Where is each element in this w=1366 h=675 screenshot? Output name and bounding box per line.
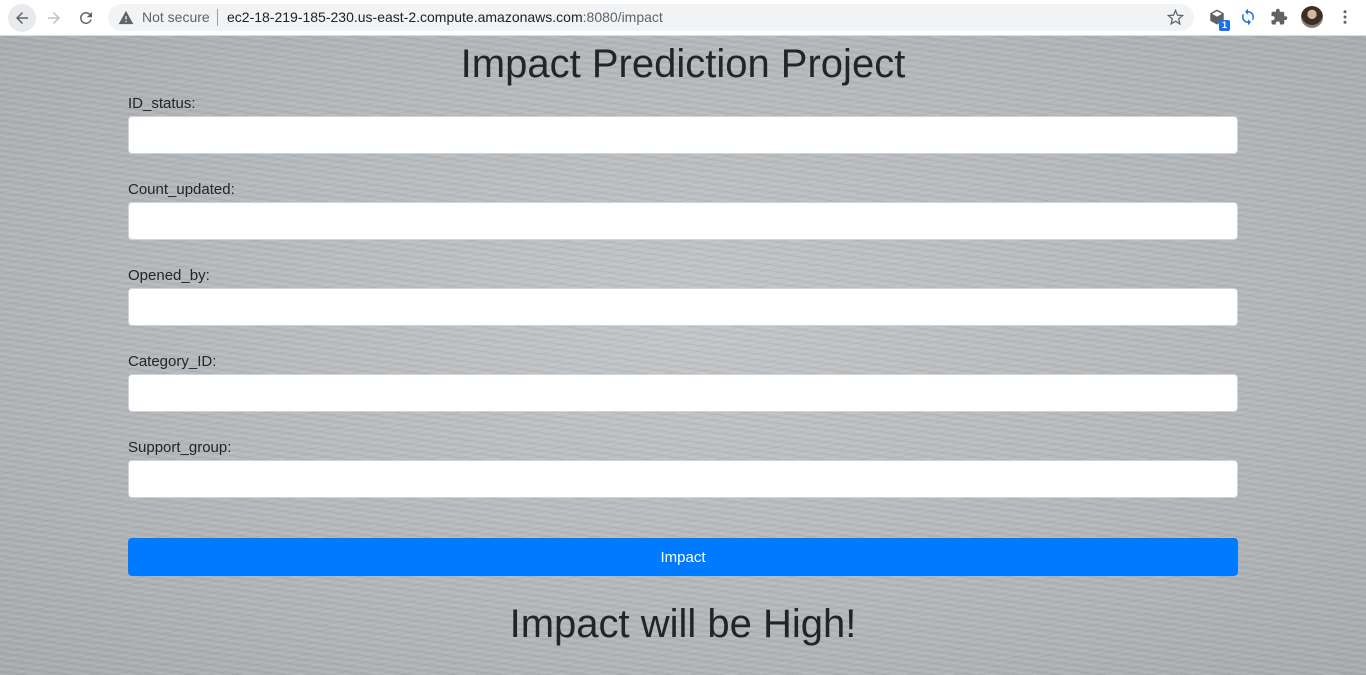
more-vertical-icon bbox=[1343, 10, 1347, 24]
prediction-result: Impact will be High! bbox=[509, 602, 857, 646]
opened-by-input[interactable] bbox=[128, 288, 1238, 326]
browser-menu-button[interactable] bbox=[1335, 6, 1355, 28]
extension-button[interactable]: 1 bbox=[1206, 6, 1230, 31]
field-label: Count_updated: bbox=[128, 181, 235, 198]
support-group-input[interactable] bbox=[128, 460, 1238, 498]
forward-button[interactable] bbox=[40, 4, 68, 32]
page-content: Impact Prediction Project ID_status: Cou… bbox=[0, 36, 1366, 675]
field-label: Opened_by: bbox=[128, 267, 210, 284]
id-status-input[interactable] bbox=[128, 116, 1238, 154]
field-support-group: Support_group: bbox=[128, 439, 1238, 498]
sync-extension-button[interactable] bbox=[1237, 6, 1259, 28]
reload-icon bbox=[79, 11, 92, 24]
url-text[interactable]: ec2-18-219-185-230.us-east-2.compute.ama… bbox=[227, 9, 663, 25]
field-label: Category_ID: bbox=[128, 353, 217, 370]
reload-button[interactable] bbox=[72, 4, 100, 32]
address-bar[interactable]: Not secure ec2-18-219-185-230.us-east-2.… bbox=[108, 4, 1194, 31]
profile-avatar[interactable] bbox=[1301, 6, 1323, 28]
field-category-id: Category_ID: bbox=[128, 353, 1238, 412]
impact-submit-button[interactable]: Impact bbox=[128, 538, 1238, 576]
url-path: :8080/impact bbox=[582, 9, 663, 25]
security-label[interactable]: Not secure bbox=[142, 9, 210, 25]
extensions-menu-button[interactable] bbox=[1268, 6, 1290, 28]
browser-toolbar: Not secure ec2-18-219-185-230.us-east-2.… bbox=[0, 0, 1366, 36]
category-id-input[interactable] bbox=[128, 374, 1238, 412]
field-count-updated: Count_updated: bbox=[128, 181, 1238, 240]
field-opened-by: Opened_by: bbox=[128, 267, 1238, 326]
puzzle-icon bbox=[1271, 8, 1288, 25]
field-label: ID_status: bbox=[128, 95, 196, 112]
page-title: Impact Prediction Project bbox=[460, 42, 906, 86]
extension-badge: 1 bbox=[1218, 20, 1230, 31]
arrow-left-icon bbox=[16, 12, 28, 24]
arrow-right-icon bbox=[48, 12, 60, 24]
count-updated-input[interactable] bbox=[128, 202, 1238, 240]
warning-icon bbox=[118, 10, 134, 25]
back-button[interactable] bbox=[8, 4, 36, 32]
field-label: Support_group: bbox=[128, 439, 232, 456]
bookmark-star-icon[interactable] bbox=[1167, 9, 1184, 26]
field-id-status: ID_status: bbox=[128, 95, 1238, 154]
url-host: ec2-18-219-185-230.us-east-2.compute.ama… bbox=[227, 9, 583, 25]
divider bbox=[217, 9, 218, 26]
sync-icon bbox=[1242, 8, 1254, 26]
